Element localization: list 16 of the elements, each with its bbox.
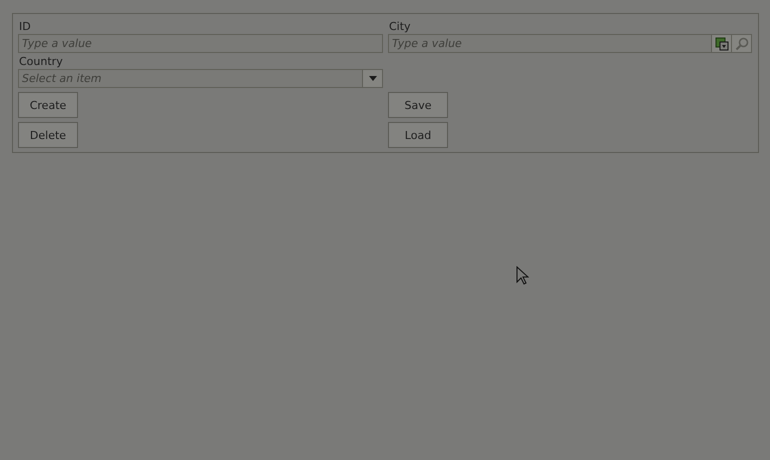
- list-dropdown-icon: [714, 36, 728, 50]
- select-field[interactable]: Select an item: [18, 69, 363, 88]
- input-field[interactable]: Type a value: [388, 34, 712, 53]
- caret-icon: [368, 76, 376, 81]
- field-label: City: [389, 20, 412, 34]
- action-button[interactable]: Load: [388, 122, 448, 148]
- action-button[interactable]: Delete: [18, 122, 78, 148]
- field-label: ID: [19, 20, 32, 34]
- search-icon: [734, 36, 748, 50]
- action-button[interactable]: Create: [18, 92, 78, 118]
- action-button[interactable]: Save: [388, 92, 448, 118]
- field-label: Country: [19, 55, 64, 69]
- lookup-button[interactable]: [712, 34, 732, 53]
- dropdown-button[interactable]: [363, 69, 383, 88]
- input-field[interactable]: Type a value: [18, 34, 383, 53]
- cursor-icon: [516, 266, 529, 286]
